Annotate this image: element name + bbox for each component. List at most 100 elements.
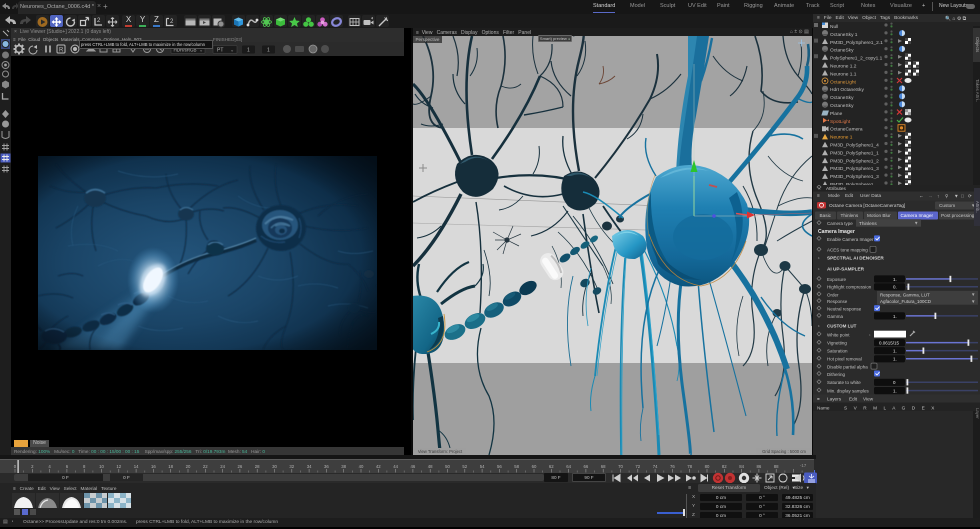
svg-text:56: 56 [497, 464, 502, 469]
svg-text:≡: ≡ [817, 193, 820, 198]
svg-text:OctaneCamera: OctaneCamera [830, 127, 863, 133]
svg-text:▼: ▼ [954, 194, 959, 199]
svg-text:Name: Name [817, 405, 830, 410]
svg-text:CUSTOM LUT: CUSTOM LUT [827, 324, 857, 329]
svg-text:2: 2 [170, 19, 174, 25]
svg-text:32: 32 [289, 464, 294, 469]
svg-text:Exposure: Exposure [827, 277, 847, 282]
svg-text:Layers: Layers [827, 396, 842, 401]
svg-text:48: 48 [428, 464, 433, 469]
svg-text:64: 64 [566, 464, 571, 469]
svg-text:66: 66 [584, 464, 589, 469]
svg-text:Basic: Basic [820, 213, 832, 218]
svg-text:Custom: Custom [939, 203, 955, 208]
svg-text:46: 46 [411, 464, 416, 469]
svg-text:SpotLight: SpotLight [830, 119, 851, 125]
svg-text:Octane Camera [OctaneCameraTag: Octane Camera [OctaneCameraTag] [829, 203, 905, 208]
svg-text:-17: -17 [800, 463, 807, 468]
svg-text:PM3D_PolySphere1_2.1: PM3D_PolySphere1_2.1 [830, 40, 883, 46]
svg-text:→: → [928, 194, 933, 199]
svg-text:0.0615/15: 0.0615/15 [879, 341, 900, 346]
svg-text:80: 80 [705, 464, 710, 469]
svg-text:1.: 1. [893, 357, 897, 362]
svg-text:58: 58 [514, 464, 519, 469]
svg-text:Agfacolor_Futura_100CD: Agfacolor_Futura_100CD [880, 299, 932, 304]
svg-text:Vignetting: Vignetting [827, 341, 847, 346]
svg-text:36: 36 [324, 464, 329, 469]
svg-text:Response: Response [827, 299, 848, 304]
svg-text:⌄: ⌄ [230, 48, 234, 54]
svg-text:Dithering: Dithering [827, 372, 846, 377]
svg-text:28: 28 [255, 464, 260, 469]
svg-text:PM3D_PolySphere1_1: PM3D_PolySphere1_1 [830, 150, 879, 156]
svg-text:←: ← [919, 194, 924, 199]
svg-text:□: □ [961, 194, 964, 199]
svg-text:PM3D_PolySphere1_4: PM3D_PolySphere1_4 [830, 143, 879, 149]
svg-text:22: 22 [203, 464, 208, 469]
svg-text:Camera Imager: Camera Imager [818, 229, 855, 235]
svg-text:ACES tone mapping: ACES tone mapping [827, 248, 868, 253]
svg-text:PT: PT [217, 48, 223, 54]
svg-text:Camera type: Camera type [827, 221, 853, 226]
svg-text:▼: ▼ [914, 221, 918, 226]
svg-text:Edit: Edit [845, 193, 854, 198]
svg-text:Order: Order [827, 292, 839, 297]
svg-text:70: 70 [618, 464, 623, 469]
svg-text:1: 1 [267, 48, 270, 54]
svg-text:88: 88 [774, 464, 779, 469]
svg-text:1: 1 [247, 48, 250, 54]
svg-text:1.: 1. [893, 349, 897, 354]
svg-text:Plane: Plane [830, 111, 843, 117]
svg-text:1.: 1. [893, 314, 897, 319]
svg-text:Highlight compression: Highlight compression [827, 285, 872, 290]
svg-text:Post processing: Post processing [941, 213, 975, 218]
svg-text:Neurone 1.1: Neurone 1.1 [830, 71, 857, 77]
svg-text:Response, Gamma, LUT: Response, Gamma, LUT [880, 292, 930, 297]
svg-text:1.: 1. [893, 388, 897, 393]
svg-text:2: 2 [97, 18, 101, 24]
svg-text:Thinlens: Thinlens [841, 213, 859, 218]
svg-text:Enable Camera Imager: Enable Camera Imager [827, 237, 874, 242]
svg-text:1.: 1. [893, 277, 897, 282]
svg-text:24: 24 [220, 464, 225, 469]
svg-text:OctaneSky: OctaneSky [830, 103, 854, 109]
svg-text:Camera Imager: Camera Imager [901, 213, 934, 218]
svg-text:Attributes: Attributes [826, 186, 846, 191]
svg-text:Gamma: Gamma [827, 314, 844, 319]
svg-text:74: 74 [653, 464, 658, 469]
svg-text:R: R [59, 48, 64, 54]
svg-text:Motion Blur: Motion Blur [867, 213, 891, 218]
svg-text:50: 50 [445, 464, 450, 469]
svg-text:62: 62 [549, 464, 554, 469]
svg-text:Neutral response: Neutral response [827, 307, 862, 312]
svg-text:68: 68 [601, 464, 606, 469]
svg-text:14: 14 [134, 464, 139, 469]
svg-text:72: 72 [635, 464, 640, 469]
svg-text:Disable partial alpha: Disable partial alpha [827, 365, 868, 370]
svg-text:OctaneLight: OctaneLight [830, 79, 857, 85]
svg-text:Mode: Mode [828, 193, 840, 198]
svg-text:Min. display samples: Min. display samples [827, 388, 870, 393]
svg-text:38: 38 [341, 464, 346, 469]
svg-text:26: 26 [238, 464, 243, 469]
svg-text:Null: Null [830, 24, 838, 30]
svg-text:▼: ▼ [971, 292, 975, 297]
svg-text:Saturation: Saturation [827, 349, 848, 354]
svg-text:12: 12 [116, 464, 121, 469]
svg-text:0.: 0. [893, 285, 897, 290]
svg-text:20: 20 [186, 464, 191, 469]
svg-text:User Data: User Data [860, 193, 881, 198]
svg-text:16: 16 [151, 464, 156, 469]
svg-text:PM3D_PolySphere1_3: PM3D_PolySphere1_3 [830, 166, 879, 172]
svg-text:76: 76 [670, 464, 675, 469]
svg-text:52: 52 [462, 464, 467, 469]
svg-text:PM3D_PolySphere1_2: PM3D_PolySphere1_2 [830, 158, 879, 164]
svg-text:40: 40 [359, 464, 364, 469]
svg-text:View: View [863, 396, 874, 401]
svg-text:10: 10 [99, 464, 104, 469]
svg-text:18: 18 [168, 464, 173, 469]
svg-text:60: 60 [532, 464, 537, 469]
svg-text:Hot pixel removal: Hot pixel removal [827, 357, 862, 362]
svg-text:OctaneSky: OctaneSky [830, 95, 854, 101]
svg-text:Edit: Edit [849, 396, 858, 401]
